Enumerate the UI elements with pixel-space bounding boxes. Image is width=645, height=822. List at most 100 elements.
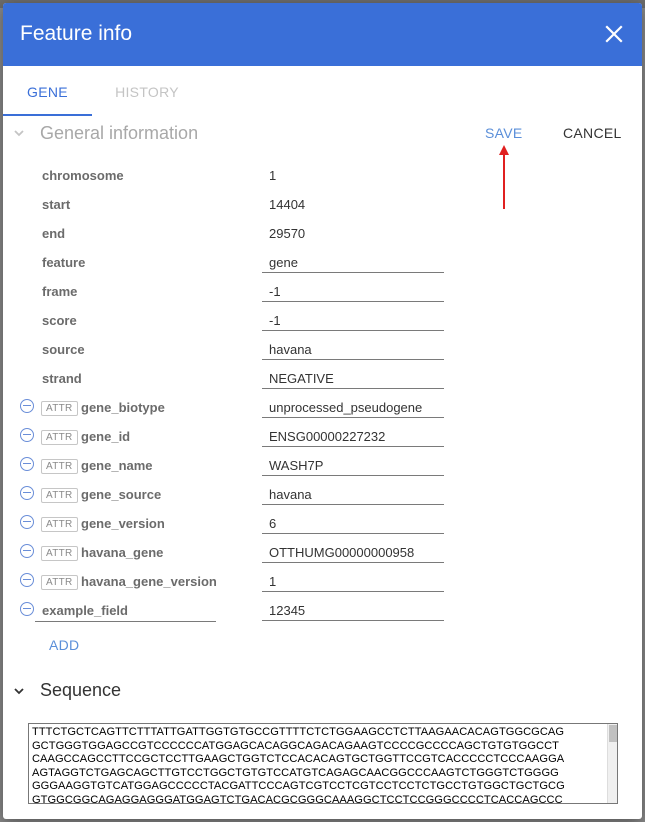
attribute-input[interactable]: 1 [269, 574, 276, 589]
input-underline [35, 621, 216, 622]
tab-bar: GENE HISTORY [3, 66, 642, 116]
sequence-line: TTTCTGCTCAGTTCTTTATTGATTGGTGTGCCGTTTTCTC… [32, 726, 565, 738]
sequence-textarea[interactable]: TTTCTGCTCAGTTCTTTATTGATTGGTGTGCCGTTTTCTC… [28, 723, 618, 804]
input-underline [262, 417, 444, 418]
remove-icon[interactable] [20, 399, 34, 413]
attribute-label: gene_id [81, 429, 131, 444]
remove-icon[interactable] [20, 602, 34, 616]
sequence-line: GTGGCGGCAGAGGAGGGATGGAGTCTGACACGCGGGCAAA… [32, 793, 563, 804]
input-underline [262, 272, 444, 273]
scrollbar[interactable] [607, 724, 617, 803]
field-label: chromosome [42, 168, 124, 183]
field-row: end 29570 [3, 220, 642, 249]
scrollbar-thumb[interactable] [609, 725, 617, 742]
field-label: start [42, 197, 71, 212]
attribute-input[interactable]: OTTHUMG00000000958 [269, 545, 414, 560]
remove-icon[interactable] [20, 457, 34, 471]
input-underline [262, 359, 444, 360]
input-underline [262, 330, 444, 331]
attr-badge: ATTR [41, 546, 78, 561]
attribute-input[interactable]: WASH7P [269, 458, 323, 473]
input-underline [262, 620, 444, 621]
field-row: score -1 [3, 307, 642, 336]
sequence-text: TTTCTGCTCAGTTCTTTATTGATTGGTGTGCCGTTTTCTC… [32, 726, 607, 804]
strand-input[interactable]: NEGATIVE [269, 371, 334, 386]
field-label: strand [42, 371, 82, 386]
input-underline [262, 475, 444, 476]
attribute-row: ATTR gene_version 6 [3, 510, 642, 539]
attr-badge: ATTR [41, 575, 78, 590]
attribute-row: ATTR gene_name WASH7P [3, 452, 642, 481]
attribute-label: havana_gene [81, 545, 164, 560]
attribute-row: ATTR gene_id ENSG00000227232 [3, 423, 642, 452]
new-key-input[interactable]: example_field [42, 603, 128, 618]
field-label: source [42, 342, 85, 357]
attribute-row: ATTR gene_source havana [3, 481, 642, 510]
remove-icon[interactable] [20, 544, 34, 558]
attribute-row: ATTR gene_biotype unprocessed_pseudogene [3, 394, 642, 423]
field-value: 1 [269, 168, 277, 183]
sequence-line: GCTGGGTGGAGCCGTCCCCCCATGGAGCACAGGCAGACAG… [32, 739, 559, 752]
tab-history[interactable]: HISTORY [92, 66, 202, 116]
input-underline [262, 301, 444, 302]
dialog-title: Feature info [20, 22, 133, 45]
new-value-input[interactable]: 12345 [269, 603, 305, 618]
attr-badge: ATTR [41, 401, 78, 416]
sequence-line: GGGAAGGTGTCATGGAGCCCCCTACGATTCCCAGTCGTCC… [32, 780, 565, 792]
sequence-title: Sequence [40, 680, 122, 700]
save-button[interactable]: SAVE [485, 125, 523, 141]
attribute-input[interactable]: havana [269, 487, 312, 502]
field-value: 14404 [269, 197, 306, 212]
attribute-label: gene_source [81, 487, 162, 502]
field-row: frame -1 [3, 278, 642, 307]
field-row: chromosome 1 [3, 162, 642, 191]
remove-icon[interactable] [20, 428, 34, 442]
sequence-line: AGTAGGTCTGAGCAGCTTGTCCTGGCTGTGTCCATGTCAG… [32, 766, 559, 779]
remove-icon[interactable] [20, 573, 34, 587]
sequence-header[interactable]: Sequence [3, 676, 642, 706]
general-info-header[interactable]: General information [3, 119, 642, 149]
attr-badge: ATTR [41, 488, 78, 503]
field-row: strand NEGATIVE [3, 365, 642, 394]
add-button[interactable]: ADD [49, 637, 79, 653]
input-underline [262, 446, 444, 447]
field-label: feature [42, 255, 86, 270]
attr-badge: ATTR [41, 517, 78, 532]
field-label: score [42, 313, 77, 328]
attribute-row: ATTR havana_gene_version 1 [3, 568, 642, 597]
attribute-label: gene_name [81, 458, 153, 473]
cancel-button[interactable]: CANCEL [563, 125, 622, 141]
attribute-label: havana_gene_version [81, 574, 217, 589]
input-underline [262, 533, 444, 534]
field-value: 29570 [269, 226, 306, 241]
chevron-down-icon[interactable] [12, 126, 26, 140]
attr-badge: ATTR [41, 459, 78, 474]
source-input[interactable]: havana [269, 342, 312, 357]
tab-gene[interactable]: GENE [3, 66, 92, 116]
feature-info-dialog: Feature info GENE HISTORY General inform… [3, 3, 642, 819]
input-underline [262, 504, 444, 505]
dialog-header: Feature info [3, 3, 642, 66]
attribute-label: gene_version [81, 516, 165, 531]
general-info-title: General information [40, 123, 199, 143]
field-row: source havana [3, 336, 642, 365]
chevron-down-icon[interactable] [12, 684, 26, 698]
attribute-label: gene_biotype [81, 400, 165, 415]
field-row: feature gene [3, 249, 642, 278]
remove-icon[interactable] [20, 486, 34, 500]
input-underline [262, 591, 444, 592]
attribute-input[interactable]: unprocessed_pseudogene [269, 400, 422, 415]
input-underline [262, 562, 444, 563]
attribute-input[interactable]: 6 [269, 516, 276, 531]
close-icon[interactable] [602, 22, 626, 46]
score-input[interactable]: -1 [269, 313, 281, 328]
frame-input[interactable]: -1 [269, 284, 281, 299]
attribute-row: ATTR havana_gene OTTHUMG00000000958 [3, 539, 642, 568]
field-row: start 14404 [3, 191, 642, 220]
field-label: frame [42, 284, 78, 299]
feature-input[interactable]: gene [269, 255, 298, 270]
remove-icon[interactable] [20, 515, 34, 529]
input-underline [262, 388, 444, 389]
field-label: end [42, 226, 66, 241]
attribute-input[interactable]: ENSG00000227232 [269, 429, 385, 444]
